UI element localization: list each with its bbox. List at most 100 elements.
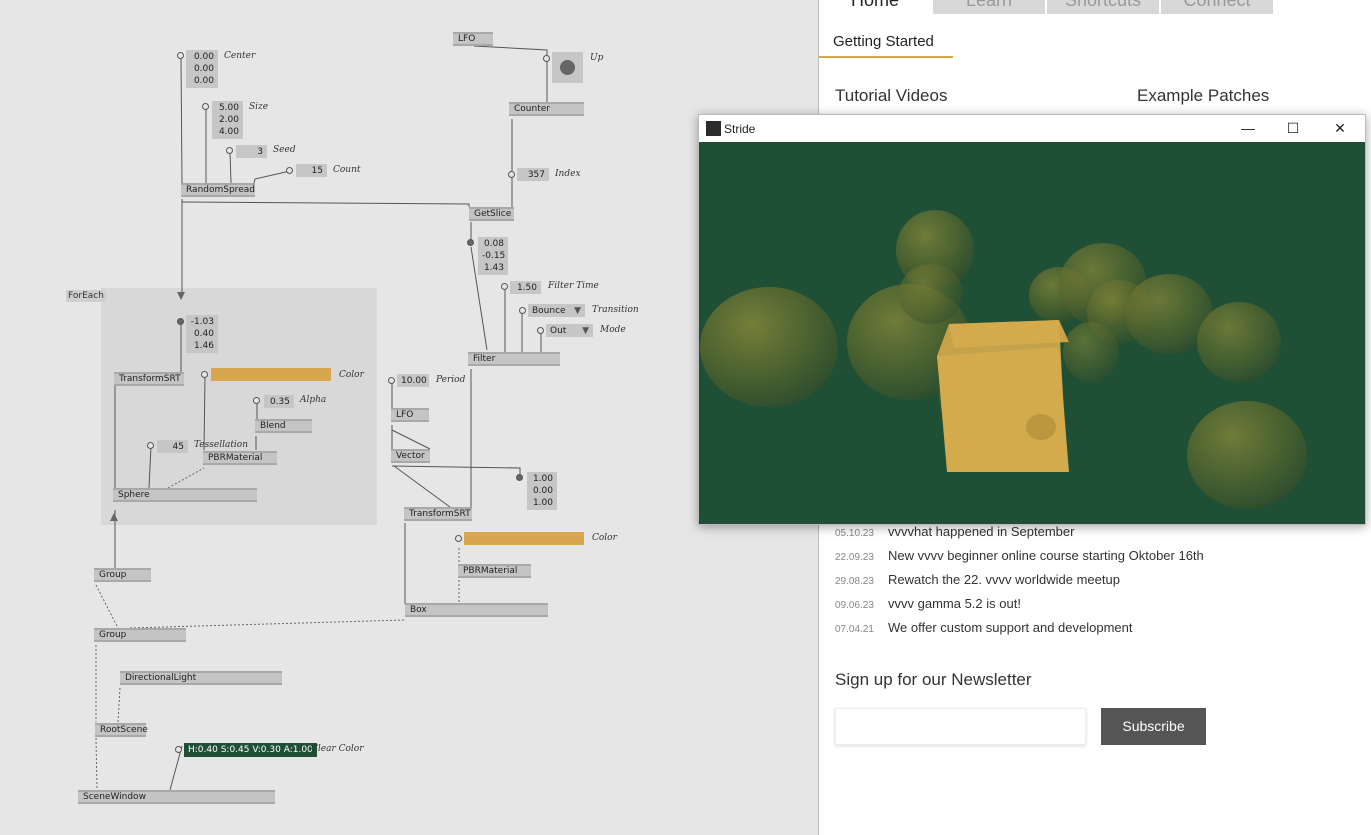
index-label: Index (555, 169, 581, 179)
box-node[interactable]: Box (405, 603, 548, 617)
period-pin[interactable] (388, 377, 395, 384)
news-item[interactable]: 05.10.23 vvvvhat happened in September (835, 524, 1074, 539)
news-date: 29.08.23 (835, 576, 874, 587)
close-button[interactable]: ✕ (1330, 119, 1350, 137)
subscribe-button[interactable]: Subscribe (1101, 708, 1206, 745)
alpha-label: Alpha (300, 395, 327, 405)
newsletter-heading: Sign up for our Newsletter (835, 670, 1032, 689)
clearcolor-pin[interactable] (175, 746, 182, 753)
seed-iobox[interactable]: 3 (236, 145, 267, 158)
up-toggle[interactable] (552, 52, 583, 83)
main-tabs: Home Learn Shortcuts Connect (819, 0, 1371, 15)
news-item[interactable]: 29.08.23 Rewatch the 22. vvvv worldwide m… (835, 572, 1120, 587)
news-item[interactable]: 07.04.21 We offer custom support and deve… (835, 620, 1133, 635)
index-iobox[interactable]: 357 (517, 168, 549, 181)
scenewindow-node[interactable]: SceneWindow (78, 790, 275, 804)
period-label: Period (436, 375, 466, 385)
render-viewport[interactable] (699, 142, 1365, 524)
news-text: vvvv gamma 5.2 is out! (888, 596, 1021, 611)
news-item[interactable]: 09.06.23 vvvv gamma 5.2 is out! (835, 596, 1021, 611)
size-iobox[interactable]: 5.00 2.00 4.00 (212, 101, 243, 139)
tab-shortcuts[interactable]: Shortcuts (1047, 0, 1159, 14)
sphere-node[interactable]: Sphere (113, 488, 257, 502)
slice-out-pin[interactable] (467, 239, 474, 246)
news-item[interactable]: 22.09.23 New vvvv beginner online course … (835, 548, 1204, 563)
vector-node[interactable]: Vector (391, 449, 430, 463)
color-inner-pin[interactable] (201, 371, 208, 378)
maximize-button[interactable]: ☐ (1283, 119, 1303, 137)
center-pin[interactable] (177, 52, 184, 59)
tab-connect[interactable]: Connect (1161, 0, 1273, 14)
transformsrt-outer-node[interactable]: TransformSRT (404, 507, 472, 521)
period-iobox[interactable]: 10.00 (397, 374, 429, 387)
news-text: Rewatch the 22. vvvv worldwide meetup (888, 572, 1120, 587)
tessellation-label: Tessellation (194, 440, 249, 450)
box-object (937, 320, 1069, 472)
center-label: Center (224, 51, 256, 61)
blend-node[interactable]: Blend (255, 419, 312, 433)
index-pin[interactable] (508, 171, 515, 178)
tab-home[interactable]: Home (819, 0, 931, 14)
news-date: 09.06.23 (835, 600, 874, 611)
clearcolor-label: Clear Color (311, 744, 364, 754)
lfo-period-node[interactable]: LFO (391, 408, 429, 422)
transition-label: Transition (592, 305, 639, 315)
slice-out-iobox[interactable]: 0.08 -0.15 1.43 (478, 237, 508, 275)
seed-pin[interactable] (226, 147, 233, 154)
filtertime-label: Filter Time (548, 281, 599, 291)
color-inner-label: Color (339, 370, 364, 380)
directionallight-node[interactable]: DirectionalLight (120, 671, 282, 685)
scale-vec-pin[interactable] (516, 474, 523, 481)
tab-getting-started[interactable]: Getting Started (833, 33, 934, 50)
tessellation-pin[interactable] (147, 442, 154, 449)
size-pin[interactable] (202, 103, 209, 110)
stride-titlebar[interactable]: Stride — ☐ ✕ (699, 115, 1365, 142)
transition-enum[interactable]: Bounce ▼ (528, 304, 585, 317)
up-label: Up (590, 53, 604, 63)
dropdown-triangle-icon: ▼ (582, 326, 589, 336)
scale-vec-iobox[interactable]: 1.00 0.00 1.00 (527, 472, 557, 510)
rootscene-node[interactable]: RootScene (95, 723, 148, 737)
count-pin[interactable] (286, 167, 293, 174)
group-node-1[interactable]: Group (94, 568, 151, 582)
mode-enum[interactable]: Out ▼ (546, 324, 593, 337)
pbrmaterial-outer-node[interactable]: PBRMaterial (458, 564, 531, 578)
newsletter-email-input[interactable] (835, 708, 1086, 745)
clearcolor-iobox[interactable]: H:0.40 S:0.45 V:0.30 A:1.00 (184, 743, 317, 757)
subtab-underline (819, 56, 953, 58)
stride-window[interactable]: Stride — ☐ ✕ (698, 114, 1366, 525)
counter-node[interactable]: Counter (509, 102, 584, 116)
filtertime-iobox[interactable]: 1.50 (510, 281, 541, 294)
color-inner-swatch[interactable] (211, 368, 331, 381)
getslice-node[interactable]: GetSlice (469, 207, 514, 221)
news-date: 05.10.23 (835, 528, 874, 539)
center-iobox[interactable]: 0.00 0.00 0.00 (186, 50, 218, 88)
news-date: 07.04.21 (835, 624, 874, 635)
foreach-vec-iobox[interactable]: -1.03 0.40 1.46 (186, 315, 218, 353)
alpha-iobox[interactable]: 0.35 (264, 395, 294, 408)
foreach-vec-pin[interactable] (177, 318, 184, 325)
transition-pin[interactable] (519, 307, 526, 314)
tab-learn[interactable]: Learn (933, 0, 1045, 14)
group-node-2[interactable]: Group (94, 628, 186, 642)
mode-pin[interactable] (537, 327, 544, 334)
patch-canvas[interactable]: ForEach LFO Up Counter 0.00 0.00 0.00 Ce… (0, 0, 818, 835)
transformsrt-inner-node[interactable]: TransformSRT (114, 372, 184, 386)
news-text: vvvvhat happened in September (888, 524, 1075, 539)
color-outer-pin[interactable] (455, 535, 462, 542)
color-outer-swatch[interactable] (464, 532, 584, 545)
pbrmaterial-inner-node[interactable]: PBRMaterial (203, 451, 277, 465)
seed-label: Seed (273, 145, 296, 155)
tessellation-iobox[interactable]: 45 (157, 440, 188, 453)
count-iobox[interactable]: 15 (296, 164, 327, 177)
randomspread-node[interactable]: RandomSpread (181, 183, 255, 197)
up-pin[interactable] (543, 55, 550, 62)
stride-app-icon (706, 121, 721, 136)
filtertime-pin[interactable] (501, 283, 508, 290)
lfo-node[interactable]: LFO (453, 32, 493, 46)
alpha-pin[interactable] (253, 397, 260, 404)
minimize-button[interactable]: — (1238, 119, 1258, 137)
filter-node[interactable]: Filter (468, 352, 560, 366)
mode-value: Out (550, 326, 567, 336)
news-text: New vvvv beginner online course starting… (888, 548, 1204, 563)
